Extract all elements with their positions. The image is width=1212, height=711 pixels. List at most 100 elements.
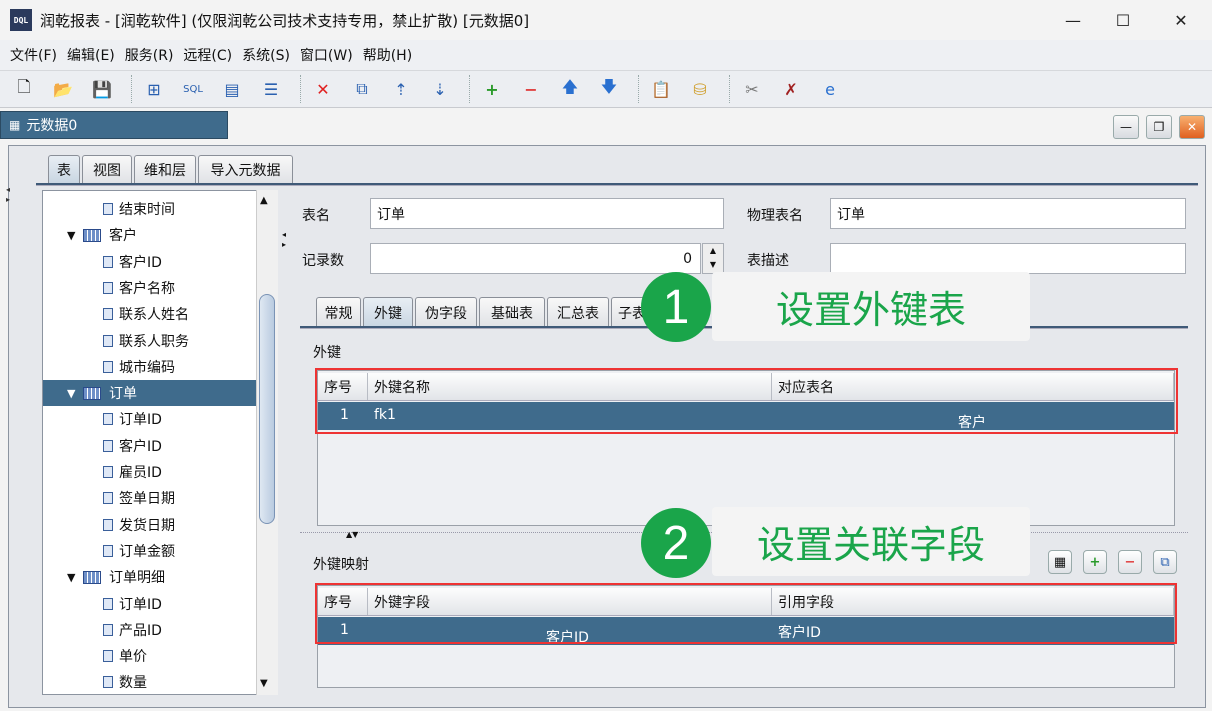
database-icon[interactable]: ⛁ xyxy=(684,74,716,104)
browser-icon[interactable]: e xyxy=(814,74,846,104)
tree-item[interactable]: 订单ID xyxy=(43,406,257,432)
tree-item[interactable]: 城市编码 xyxy=(43,354,257,380)
tree-item-label: 城市编码 xyxy=(119,359,175,376)
frame-restore-icon[interactable]: ❐ xyxy=(1146,115,1172,139)
save-icon[interactable]: 💾 xyxy=(86,74,118,104)
subtab-general[interactable]: 常规 xyxy=(316,297,361,327)
menu-system[interactable]: 系统(S) xyxy=(242,45,290,65)
remove-row-icon[interactable]: − xyxy=(515,74,547,104)
new-file-icon[interactable]: 🗋 xyxy=(8,74,40,104)
menu-help[interactable]: 帮助(H) xyxy=(363,45,412,65)
tab-view[interactable]: 视图 xyxy=(82,155,132,183)
tab-divider xyxy=(36,183,1198,186)
tree-item[interactable]: 结束时间 xyxy=(43,196,257,222)
expand-arrow-icon[interactable]: ▼ xyxy=(67,387,83,400)
close-button[interactable]: ✕ xyxy=(1158,6,1204,34)
tree-item[interactable]: 联系人职务 xyxy=(43,328,257,354)
subtab-foreign-key[interactable]: 外键 xyxy=(363,297,413,327)
field-icon xyxy=(103,466,113,478)
subtab-pseudo-field[interactable]: 伪字段 xyxy=(415,297,477,327)
table-name-label: 表名 xyxy=(302,208,330,224)
tree-item-label: 数量 xyxy=(119,675,147,692)
field-icon xyxy=(103,623,113,636)
frame-close-icon[interactable]: ✕ xyxy=(1179,115,1205,139)
expand-arrow-icon[interactable]: ▼ xyxy=(67,571,83,584)
count-spinner[interactable]: ▲ ▼ xyxy=(702,243,724,274)
tree-item-label: 订单ID xyxy=(119,412,162,429)
tree-item[interactable]: 单价 xyxy=(43,643,257,669)
add-table-icon[interactable]: ⊞ xyxy=(138,74,170,104)
tab-import[interactable]: 导入元数据 xyxy=(198,155,293,183)
relation-icon[interactable]: ⧉ xyxy=(1153,550,1177,574)
copy-icon[interactable]: ⧉ xyxy=(346,74,378,104)
tab-table[interactable]: 表 xyxy=(48,155,80,183)
tree-item[interactable]: 客户名称 xyxy=(43,275,257,301)
delete-icon[interactable]: ✕ xyxy=(307,74,339,104)
add-row-icon[interactable]: + xyxy=(476,74,508,104)
open-folder-icon[interactable]: 📂 xyxy=(47,74,79,104)
mapping-section-label: 外键映射 xyxy=(313,557,369,573)
tree-item-label: 单价 xyxy=(119,649,147,666)
tree-item[interactable]: 发货日期 xyxy=(43,512,257,538)
tree-item[interactable]: 雇员ID xyxy=(43,459,257,485)
menu-window[interactable]: 窗口(W) xyxy=(300,45,353,65)
import-down-icon[interactable]: ⇣ xyxy=(424,74,456,104)
tool-icon[interactable]: ✂ xyxy=(736,74,768,104)
window-title: 润乾报表 - [润乾软件] (仅限润乾公司技术支持专用，禁止扩散) [元数据0] xyxy=(40,12,530,30)
menu-file[interactable]: 文件(F) xyxy=(10,45,57,65)
add-field-icon[interactable]: ☰ xyxy=(255,74,287,104)
tree-item-label: 客户ID xyxy=(119,438,162,455)
scroll-down-icon[interactable]: ▼ xyxy=(260,678,268,689)
remove-mapping-icon[interactable]: − xyxy=(1118,550,1142,574)
import-up-icon[interactable]: ⇡ xyxy=(385,74,417,104)
menu-service[interactable]: 服务(R) xyxy=(125,45,174,65)
tree-item-label: 联系人姓名 xyxy=(119,307,189,324)
menu-edit[interactable]: 编辑(E) xyxy=(67,45,115,65)
tree-item[interactable]: ▼ 订单 xyxy=(43,380,257,407)
bug-icon[interactable]: ✗ xyxy=(775,74,807,104)
maximize-button[interactable]: ☐ xyxy=(1100,6,1146,34)
move-down-icon[interactable]: 🡇 xyxy=(593,74,625,104)
collapse-arrows-icon[interactable]: ◂ ▸ xyxy=(6,185,10,205)
tree-item-label: 客户ID xyxy=(119,254,162,271)
minimize-button[interactable]: — xyxy=(1050,6,1096,34)
record-count-label: 记录数 xyxy=(302,253,344,269)
table-name-input[interactable]: 订单 xyxy=(370,198,724,229)
scroll-up-icon[interactable]: ▲ xyxy=(260,195,268,206)
callout-2-badge: 2 xyxy=(641,508,711,578)
tree-item[interactable]: 产品ID xyxy=(43,617,257,643)
tree-item[interactable]: 联系人姓名 xyxy=(43,301,257,327)
tree-item[interactable]: 客户ID xyxy=(43,433,257,459)
tree-item-label: 签单日期 xyxy=(119,491,175,508)
tab-dimension[interactable]: 维和层 xyxy=(134,155,196,183)
frame-minimize-icon[interactable]: — xyxy=(1113,115,1139,139)
add-view-icon[interactable]: ▤ xyxy=(216,74,248,104)
tree-item[interactable]: 客户ID xyxy=(43,249,257,275)
subtab-base-table[interactable]: 基础表 xyxy=(479,297,545,327)
tree-item[interactable]: 签单日期 xyxy=(43,485,257,511)
menu-remote[interactable]: 远程(C) xyxy=(183,45,232,65)
tree-item[interactable]: 订单金额 xyxy=(43,538,257,564)
tree-item-label: 联系人职务 xyxy=(119,333,189,350)
document-tab[interactable]: ▦ 元数据0 xyxy=(0,111,228,139)
subtab-summary-table[interactable]: 汇总表 xyxy=(547,297,609,327)
document-tab-label: 元数据0 xyxy=(26,118,78,134)
callout-1-badge: 1 xyxy=(641,272,711,342)
splitter-arrows-icon[interactable]: ◂ ▸ xyxy=(282,230,286,250)
physical-name-input[interactable]: 订单 xyxy=(830,198,1186,229)
tree-item[interactable]: ▼ 客户 xyxy=(43,222,257,248)
record-count-input[interactable]: 0 xyxy=(370,243,701,274)
add-sql-table-icon[interactable]: SQL xyxy=(177,74,209,104)
expand-arrow-icon[interactable]: ▼ xyxy=(67,229,83,242)
splitter-arrows-icon[interactable]: ▲▼ xyxy=(346,530,358,539)
scrollbar-thumb[interactable] xyxy=(259,294,275,524)
description-input[interactable] xyxy=(830,243,1186,274)
tree-item[interactable]: 数量 xyxy=(43,669,257,694)
tree-item[interactable]: 订单ID xyxy=(43,591,257,617)
tree-item[interactable]: ▼ 订单明细 xyxy=(43,564,257,590)
add-mapping-icon[interactable]: + xyxy=(1083,550,1107,574)
paste-icon[interactable]: 📋 xyxy=(645,74,677,104)
edit-mapping-icon[interactable]: ▦ xyxy=(1048,550,1072,574)
foreign-key-section-label: 外键 xyxy=(313,345,341,361)
move-up-icon[interactable]: 🡅 xyxy=(554,74,586,104)
